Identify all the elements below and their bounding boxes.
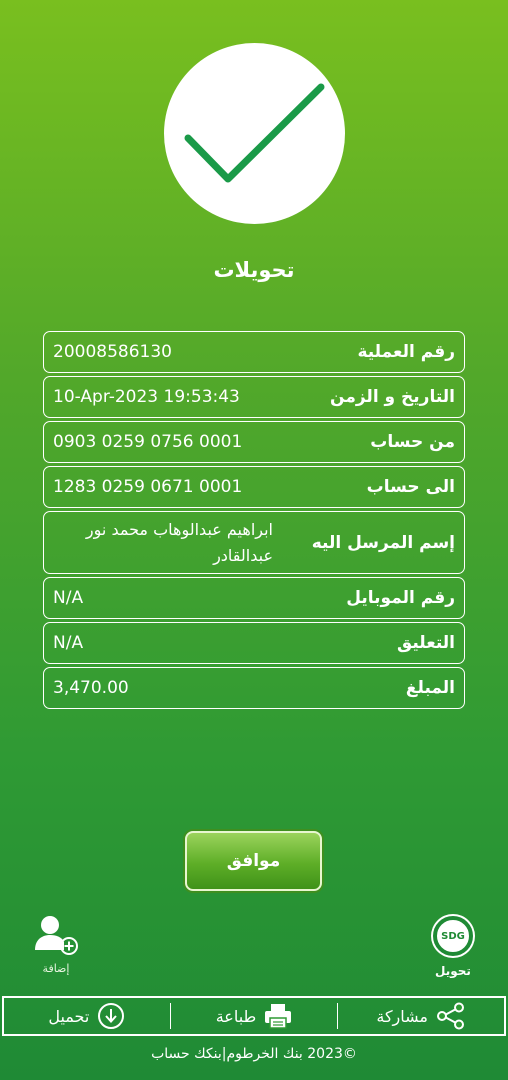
transfer-label: تحويل — [435, 964, 471, 978]
detail-label: رقم الموبايل — [346, 588, 455, 608]
detail-label: التعليق — [397, 633, 455, 653]
footer-copyright: ©2023 بنك الخرطوم|بنكك حساب — [151, 1046, 357, 1062]
add-user-icon — [35, 916, 78, 955]
share-label: مشاركة — [376, 1006, 428, 1026]
page-title: تحويلات — [213, 258, 295, 282]
detail-value: 1283 0259 0671 0001 — [53, 477, 243, 497]
download-button[interactable]: تحميل — [4, 998, 170, 1034]
download-icon — [98, 1003, 125, 1029]
detail-label: التاريخ و الزمن — [330, 387, 455, 407]
transaction-details: 20008586130 رقم العملية 10-Apr-2023 19:5… — [43, 331, 465, 712]
printer-icon — [265, 1004, 292, 1029]
detail-value: 10-Apr-2023 19:53:43 — [53, 387, 240, 407]
sdg-badge-text: SDG — [441, 930, 465, 942]
success-check-circle — [164, 43, 345, 224]
add-beneficiary-button[interactable]: إضافة — [30, 914, 82, 980]
detail-value: 0903 0259 0756 0001 — [53, 432, 243, 452]
detail-row-comment: N/A التعليق — [43, 622, 465, 664]
detail-row-amount: 3,470.00 المبلغ — [43, 667, 465, 709]
action-toolbar: تحميل طباعة مشاركة — [2, 996, 506, 1036]
detail-label: إسم المرسل اليه — [311, 532, 455, 553]
sdg-icon: SDG — [433, 916, 473, 956]
detail-value: 3,470.00 — [53, 678, 129, 698]
detail-value: N/A — [53, 588, 84, 608]
ok-button[interactable]: موافق — [185, 831, 322, 891]
add-beneficiary-label: إضافة — [42, 962, 70, 975]
detail-value: N/A — [53, 633, 84, 653]
detail-row-transaction-number: 20008586130 رقم العملية — [43, 331, 465, 373]
share-icon — [437, 1002, 464, 1030]
detail-row-to-account: 1283 0259 0671 0001 الى حساب — [43, 466, 465, 508]
print-button[interactable]: طباعة — [171, 998, 337, 1034]
transfer-button[interactable]: SDG تحويل — [425, 916, 481, 982]
detail-label: رقم العملية — [357, 342, 455, 362]
download-label: تحميل — [48, 1006, 90, 1026]
detail-row-recipient-name: ابراهيم عبدالوهاب محمد نور عبدالقادر إسم… — [43, 511, 465, 574]
detail-value: 20008586130 — [53, 342, 172, 362]
detail-label: المبلغ — [405, 678, 455, 698]
check-icon — [184, 83, 325, 183]
detail-label: الى حساب — [366, 477, 455, 497]
print-label: طباعة — [215, 1006, 257, 1026]
detail-label: من حساب — [370, 432, 455, 452]
detail-row-date-time: 10-Apr-2023 19:53:43 التاريخ و الزمن — [43, 376, 465, 418]
detail-value: ابراهيم عبدالوهاب محمد نور عبدالقادر — [85, 519, 273, 565]
share-button[interactable]: مشاركة — [338, 998, 504, 1034]
detail-row-from-account: 0903 0259 0756 0001 من حساب — [43, 421, 465, 463]
detail-row-mobile-number: N/A رقم الموبايل — [43, 577, 465, 619]
